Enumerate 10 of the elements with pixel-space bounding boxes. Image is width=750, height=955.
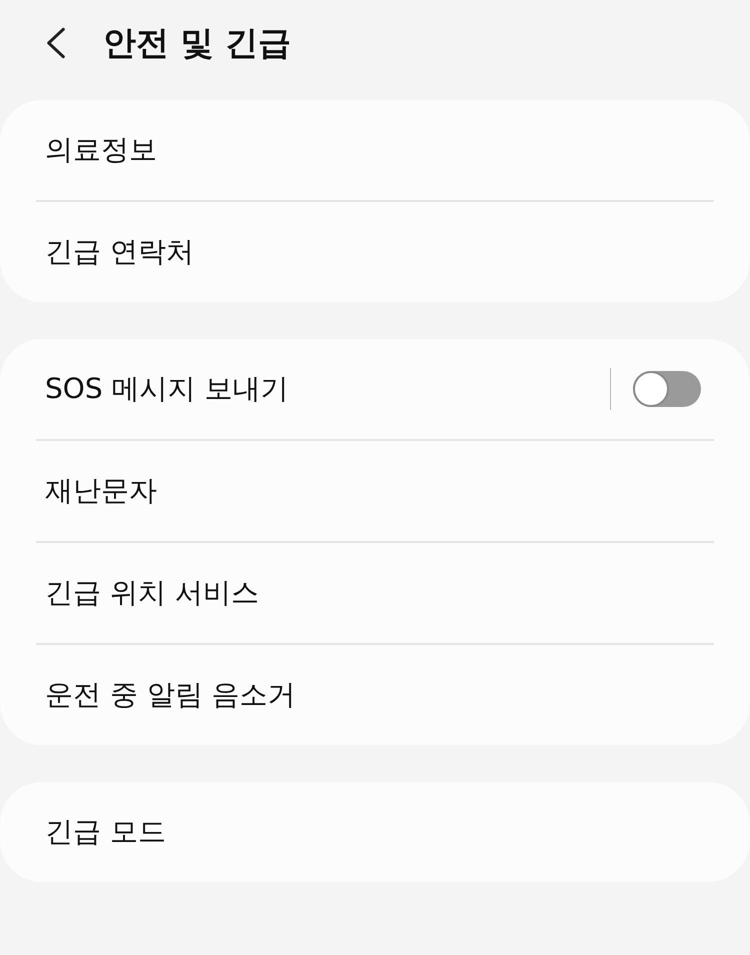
setting-label[interactable]: 재난문자 [45, 472, 701, 510]
setting-label[interactable]: 긴급 위치 서비스 [45, 574, 701, 612]
setting-label[interactable]: 긴급 연락처 [45, 233, 701, 271]
setting-label[interactable]: 긴급 모드 [45, 813, 701, 851]
setting-label[interactable]: 의료정보 [45, 131, 701, 169]
setting-label[interactable]: SOS 메시지 보내기 [45, 370, 610, 408]
back-icon[interactable] [45, 27, 67, 59]
page-title: 안전 및 긴급 [103, 22, 291, 64]
setting-label[interactable]: 운전 중 알림 음소거 [45, 676, 701, 714]
toggle-switch[interactable] [633, 371, 701, 407]
